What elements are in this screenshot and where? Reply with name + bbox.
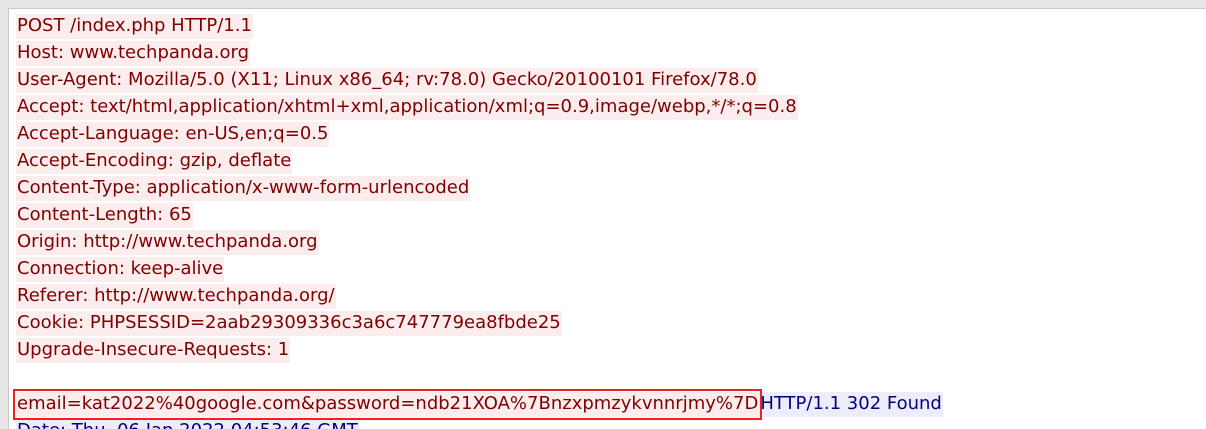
request-header-row: Accept: text/html,application/xhtml+xml,…: [16, 93, 943, 120]
request-header-row: Origin: http://www.techpanda.org: [16, 228, 943, 255]
request-line-row: POST /index.php HTTP/1.1: [16, 12, 943, 39]
request-header-row: User-Agent: Mozilla/5.0 (X11; Linux x86_…: [16, 66, 943, 93]
request-header-cookie: Cookie: PHPSESSID=2aab29309336c3a6c74777…: [16, 311, 562, 336]
request-header-row: Accept-Language: en-US,en;q=0.5: [16, 120, 943, 147]
request-header-row: Cookie: PHPSESSID=2aab29309336c3a6c74777…: [16, 309, 943, 336]
request-line: POST /index.php HTTP/1.1: [16, 14, 253, 39]
request-header-row: Accept-Encoding: gzip, deflate: [16, 147, 943, 174]
response-header-row: Date: Thu, 06 Jan 2022 04:53:46 GMT: [16, 417, 943, 429]
response-header-date: Date: Thu, 06 Jan 2022 04:53:46 GMT: [16, 419, 359, 429]
response-status-line: HTTP/1.1 302 Found: [759, 392, 943, 417]
request-header-row: Referer: http://www.techpanda.org/: [16, 282, 943, 309]
request-header-row: Content-Length: 65: [16, 201, 943, 228]
request-body-credentials: email=kat2022%40google.com&password=ndb2…: [12, 389, 763, 420]
tcp-stream-pane[interactable]: POST /index.php HTTP/1.1 Host: www.techp…: [8, 8, 1206, 429]
request-header-upgrade-insecure: Upgrade-Insecure-Requests: 1: [16, 338, 291, 363]
stream-content: POST /index.php HTTP/1.1 Host: www.techp…: [12, 12, 943, 429]
request-header-row: Content-Type: application/x-www-form-url…: [16, 174, 943, 201]
request-header-row: Connection: keep-alive: [16, 255, 943, 282]
request-header-referer: Referer: http://www.techpanda.org/: [16, 284, 336, 309]
request-header-accept-encoding: Accept-Encoding: gzip, deflate: [16, 149, 293, 174]
request-header-accept-language: Accept-Language: en-US,en;q=0.5: [16, 122, 330, 147]
request-header-user-agent: User-Agent: Mozilla/5.0 (X11; Linux x86_…: [16, 68, 758, 93]
request-header-row: Upgrade-Insecure-Requests: 1: [16, 336, 943, 363]
request-header-content-type: Content-Type: application/x-www-form-url…: [16, 176, 471, 201]
body-and-status-row: email=kat2022%40google.com&password=ndb2…: [12, 389, 943, 420]
request-header-row: Host: www.techpanda.org: [16, 39, 943, 66]
request-header-content-length: Content-Length: 65: [16, 203, 193, 228]
request-header-host: Host: www.techpanda.org: [16, 41, 251, 66]
request-header-origin: Origin: http://www.techpanda.org: [16, 230, 319, 255]
request-header-accept: Accept: text/html,application/xhtml+xml,…: [16, 95, 798, 120]
request-header-connection: Connection: keep-alive: [16, 257, 225, 282]
